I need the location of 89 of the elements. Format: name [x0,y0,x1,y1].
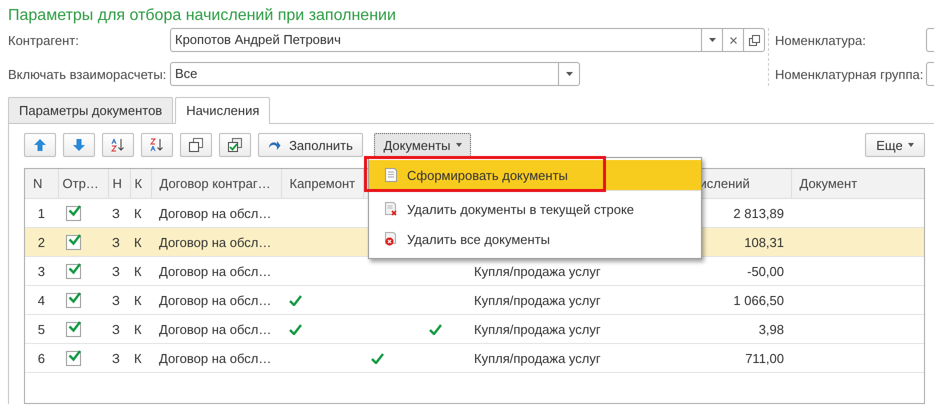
checkbox[interactable] [66,350,81,366]
sort-descending-button[interactable] [141,133,173,157]
arrow-down-button[interactable] [63,133,95,157]
column-header[interactable]: N [25,169,58,198]
table-cell: К [134,264,142,278]
more-button[interactable]: Еще [865,133,925,157]
table-cell: Договор на обсл… [159,264,272,278]
fill-button[interactable]: Заполнить [258,133,363,157]
documents-menu-button[interactable]: Документы [374,133,471,157]
sort-ascending-icon [111,138,125,152]
table-cell: З [112,264,120,278]
arrow-down-icon [72,138,86,152]
checkmark-icon [68,348,81,362]
table-cell: Договор на обсл… [159,292,272,308]
table-cell: 3 [38,264,45,278]
column-header[interactable]: Н [108,169,130,198]
table-cell: -50,00 [747,264,784,278]
field-label: Контрагент: [8,32,80,48]
checkbox[interactable] [66,234,81,250]
table-cell: Купля/продажа услуг [474,322,601,336]
column-header[interactable]: Документ [791,169,924,198]
tab[interactable]: Параметры документов [8,97,174,123]
table-cell: Договор на обсл… [159,322,272,336]
check-all-button[interactable] [219,133,251,157]
table-cell: Купля/продажа услуг [474,292,601,308]
checkmark-icon [68,290,81,304]
checkbox[interactable] [66,292,81,308]
menu-item[interactable]: Удалить документы в текущей строке [369,194,701,224]
table-cell: 4 [38,292,45,308]
table-cell: Договор на обсл… [159,350,272,366]
table-cell: Договор на обсл… [159,206,272,220]
table-cell: 2 [38,234,45,250]
curved-arrow-icon [268,139,282,151]
table-row[interactable]: 4 З К Договор на обсл… Купля/продажа услуг 1 066,50 [25,286,924,314]
column-header[interactable]: Договор контраг… [151,169,281,198]
dropdown-icon[interactable] [708,38,716,42]
check-all-icon [228,138,242,152]
document-delete-icon [385,202,397,216]
checkbox[interactable] [66,264,81,278]
table-cell: К [134,292,142,308]
table-cell: 711,00 [745,350,784,366]
table-cell: 1 066,50 [733,292,784,308]
table-cell: З [112,206,120,220]
select-field[interactable]: Все [170,62,580,86]
table-cell: К [134,322,142,336]
copy-button[interactable] [180,133,212,157]
field-label: Номенклатура: [775,32,867,48]
table-cell: Договор на обсл… [159,234,272,250]
table-cell: 6 [38,350,45,366]
checkbox[interactable] [66,206,81,220]
arrow-up-icon [33,138,47,152]
table-cell: К [134,350,142,366]
table-cell: 1 [38,206,45,220]
table-cell: З [112,322,120,336]
document-delete-icon [385,232,397,246]
checkmark-icon [68,204,81,216]
table-cell: К [134,206,142,220]
sort-ascending-button[interactable] [102,133,134,157]
copy-icon [189,138,203,152]
table-cell: Купля/продажа услуг [474,350,601,366]
column-header[interactable]: Отр… [58,169,108,198]
checkbox[interactable] [66,322,81,336]
table-cell: З [112,234,120,250]
checkmark-icon [68,320,81,332]
table-cell: Купля/продажа услуг [474,264,601,278]
checkmark-icon [68,262,81,274]
field-label: Включать взаиморасчеты: [8,66,168,82]
table-cell: З [112,292,120,308]
table-row[interactable]: 6 З К Договор на обсл… Купля/продажа услуг 711,00 [25,344,924,372]
table-cell: 2 813,89 [733,206,784,220]
column-header[interactable]: К [130,169,151,198]
table-cell: 5 [38,322,45,336]
reference-field[interactable]: Кропотов Андрей Петрович [170,28,765,52]
tab[interactable]: Начисления [175,97,270,124]
form-title: Параметры для отбора начислений при заполнении [8,6,397,26]
table-cell: З [112,350,120,366]
sort-descending-icon [150,138,164,152]
table-cell: К [134,234,142,250]
table-cell: 108,31 [744,234,784,250]
dropdown-icon[interactable] [566,72,572,76]
clear-icon[interactable] [730,36,736,44]
windows-icon[interactable] [748,34,760,46]
table-cell: 3,98 [758,322,784,336]
field-label: Номенклатурная группа: [775,66,924,82]
table-row[interactable]: 5 З К Договор на обсл… Купля/продажа услуг 3,98 [25,314,924,344]
checkmark-icon [68,232,81,246]
document-icon [385,168,397,182]
arrow-up-button[interactable] [24,133,56,157]
column-header[interactable]: Капремонт [281,169,363,198]
